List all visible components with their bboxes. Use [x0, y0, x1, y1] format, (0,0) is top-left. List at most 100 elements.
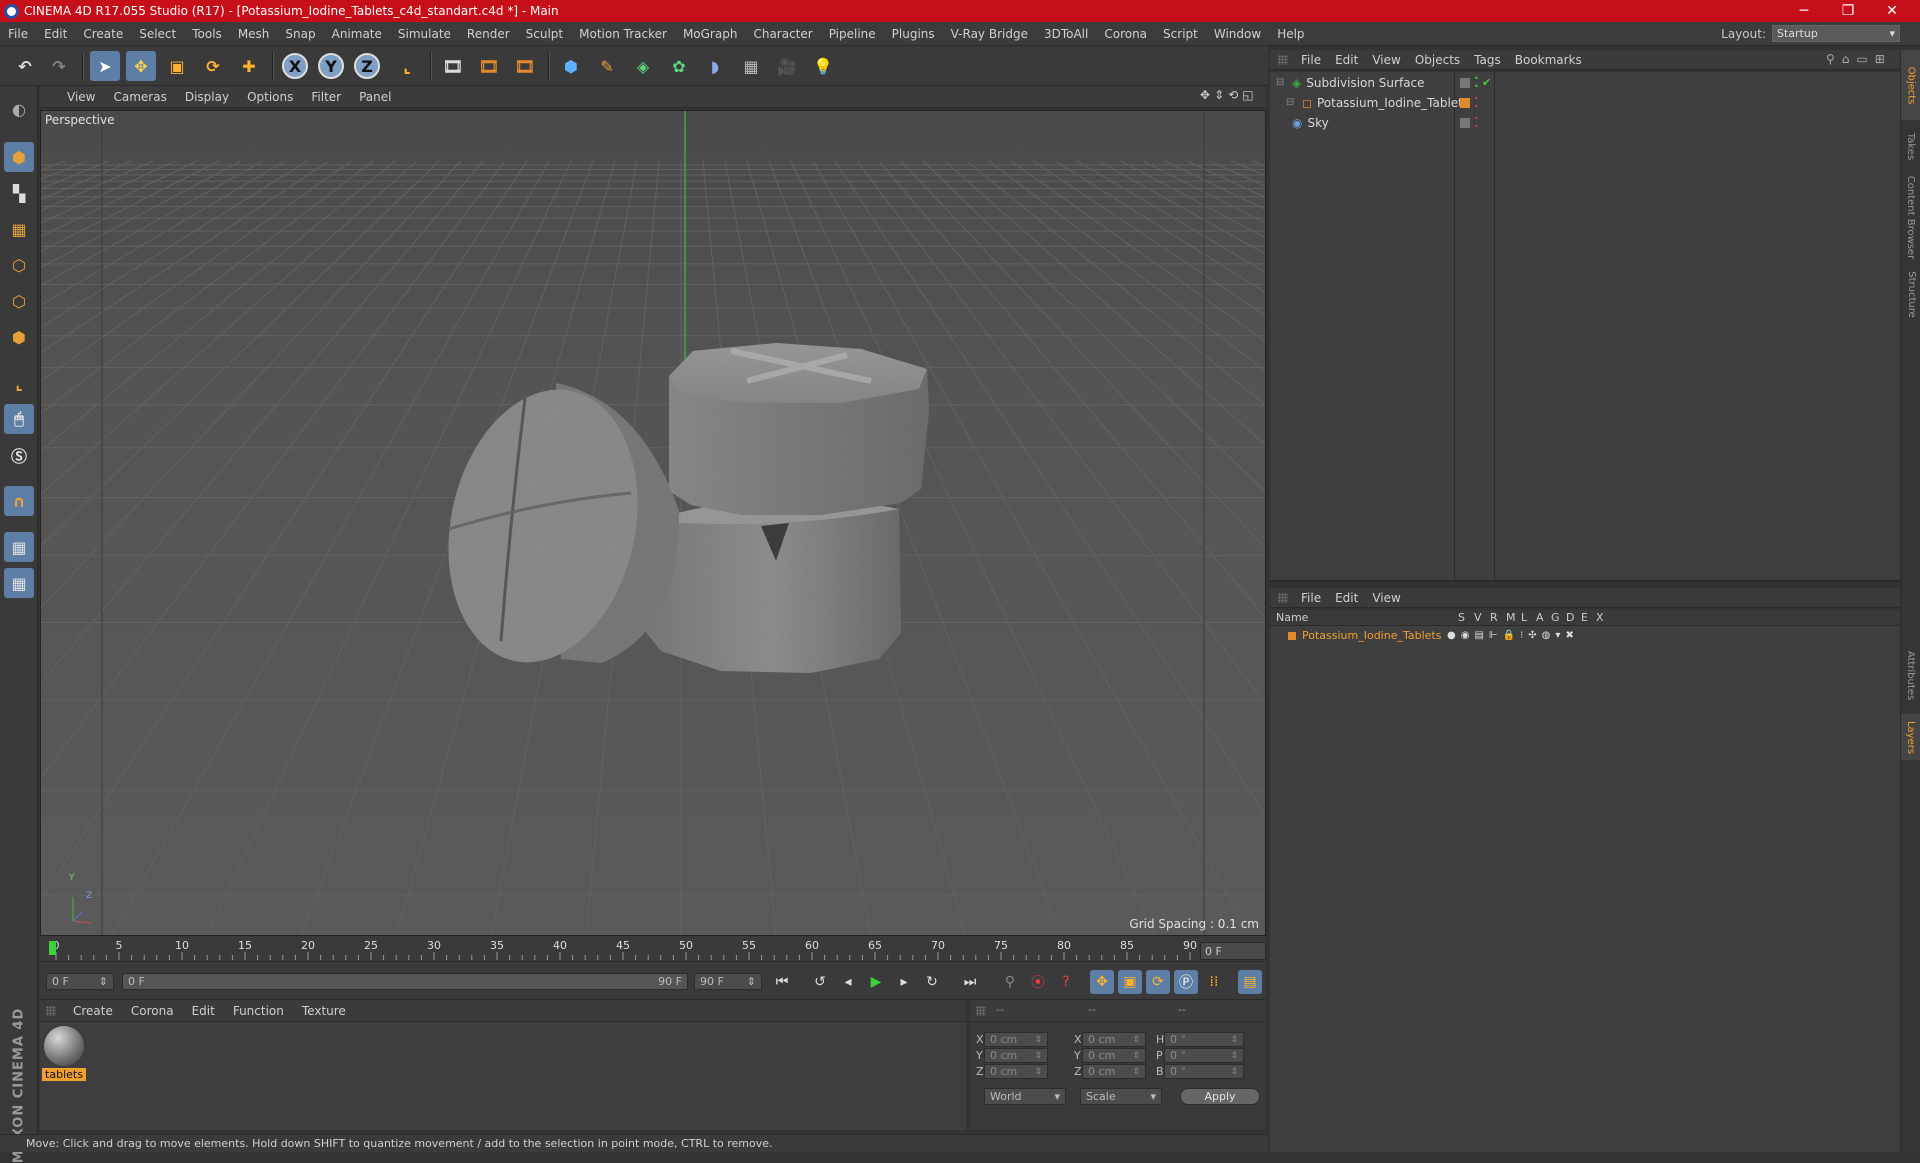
material-menu-edit[interactable]: Edit — [183, 1004, 224, 1018]
deformer-icon[interactable]: ◗ — [700, 51, 730, 81]
spline-pen-icon[interactable]: ✎ — [592, 51, 622, 81]
layout-dropdown[interactable]: Startup ▾ — [1772, 25, 1900, 42]
solo-icon[interactable]: ● — [1447, 630, 1456, 641]
layer-col-name[interactable]: Name — [1276, 611, 1308, 624]
layer-col-r[interactable]: R — [1490, 611, 1498, 624]
menu-render[interactable]: Render — [459, 27, 518, 41]
menu-mesh[interactable]: Mesh — [230, 27, 278, 41]
layer-menu-view[interactable]: View — [1365, 591, 1407, 605]
material-menu-corona[interactable]: Corona — [122, 1004, 183, 1018]
xref-icon[interactable]: ✖ — [1565, 630, 1573, 641]
viewport-menu-view[interactable]: View — [58, 90, 104, 104]
current-frame-field[interactable]: 0 F — [1200, 942, 1266, 960]
visible-editor-icon[interactable]: ◉ — [1461, 630, 1470, 641]
layer-col-x[interactable]: X — [1596, 611, 1604, 624]
layer-col-l[interactable]: L — [1521, 611, 1527, 624]
transform-tool-icon[interactable]: ✚ — [234, 51, 264, 81]
z-axis-lock-button[interactable]: Z — [354, 53, 380, 79]
expressions-icon[interactable]: ▾ — [1555, 630, 1560, 641]
layer-tag-icon[interactable] — [1460, 117, 1470, 128]
side-tab-content-browser[interactable]: Content Browser — [1901, 172, 1920, 262]
layer-row[interactable]: Potassium_Iodine_Tablets ● ◉ ▤ ⊩ 🔒 ⁝ ✣ ◍ ▾ ✖ — [1270, 626, 1900, 645]
texture-mode-icon[interactable]: ▚ — [4, 178, 34, 208]
maximize-view-icon[interactable]: ◱ — [1242, 88, 1253, 102]
mograph-cloner-icon[interactable]: ✿ — [664, 51, 694, 81]
object-menu-file[interactable]: File — [1294, 53, 1328, 67]
menu-simulate[interactable]: Simulate — [390, 27, 459, 41]
tree-expander-icon[interactable]: ⊟ — [1276, 77, 1288, 88]
tree-expander-icon[interactable]: ⊟ — [1286, 97, 1298, 108]
autokeying-icon[interactable]: ? — [1054, 970, 1078, 994]
menu-create[interactable]: Create — [75, 27, 131, 41]
render-icon[interactable]: ▤ — [1474, 630, 1483, 641]
search-icon[interactable]: ⚲ — [1826, 52, 1835, 66]
axis-mode-icon[interactable]: ⌞ — [4, 368, 34, 398]
object-row-subdivision-surface[interactable]: ⊟ ◈ Subdivision Surface • • ✔ — [1270, 73, 1900, 92]
coord-value-field[interactable]: 0 cm ⇕ — [984, 1064, 1048, 1079]
timeline-ruler[interactable]: 0 5 10 15 20 25 30 35 40 45 50 55 60 65 70 75 80 85 90 — [40, 936, 1266, 962]
floor-icon[interactable]: ▦ — [736, 51, 766, 81]
deformers-icon[interactable]: ◍ — [1542, 630, 1551, 641]
object-row-potassium-iodine-tablets[interactable]: ⊟ ◻ Potassium_Iodine_Tablets • • — [1270, 93, 1900, 112]
side-tab-attributes[interactable]: Attributes — [1901, 638, 1920, 712]
go-to-end-icon[interactable]: ⏭ — [958, 970, 982, 994]
menu-pipeline[interactable]: Pipeline — [821, 27, 884, 41]
timeline-window-icon[interactable]: ▤ — [1238, 970, 1262, 994]
menu-select[interactable]: Select — [131, 27, 184, 41]
select-arrow-icon[interactable]: ➤ — [90, 51, 120, 81]
menu-sculpt[interactable]: Sculpt — [518, 27, 571, 41]
move-tool-icon[interactable]: ✥ — [126, 51, 156, 81]
object-menu-objects[interactable]: Objects — [1408, 53, 1467, 67]
coord-value-field[interactable]: 0 ° ⇕ — [1164, 1064, 1244, 1079]
viewport-menu-cameras[interactable]: Cameras — [104, 90, 175, 104]
model-mode-icon[interactable]: ⬢ — [4, 142, 34, 172]
rotate-tool-icon[interactable]: ⟳ — [198, 51, 228, 81]
minimize-button[interactable]: ─ — [1782, 0, 1826, 22]
menu-snap[interactable]: Snap — [277, 27, 323, 41]
animation-icon[interactable]: ⁝ — [1520, 630, 1523, 641]
layer-tag-icon[interactable] — [1460, 97, 1470, 108]
coord-value-field[interactable]: 0 ° ⇕ — [1164, 1032, 1244, 1047]
material-menu-texture[interactable]: Texture — [293, 1004, 355, 1018]
start-frame-field[interactable]: 0 F ⇕ — [46, 973, 114, 990]
end-frame-field[interactable]: 90 F ⇕ — [694, 973, 762, 990]
menu-plugins[interactable]: Plugins — [884, 27, 943, 41]
lock-icon[interactable]: 🔒 — [1503, 630, 1515, 641]
side-tab-takes[interactable]: Takes — [1901, 122, 1920, 170]
coord-value-field[interactable]: 0 cm ⇕ — [1082, 1032, 1146, 1047]
apply-button[interactable]: Apply — [1180, 1088, 1260, 1105]
layer-menu-file[interactable]: File — [1294, 591, 1328, 605]
tweak-mode-icon[interactable]: 🖱 — [4, 404, 34, 434]
planar-workplane-icon[interactable]: ▦ — [4, 568, 34, 598]
key-parameter-icon[interactable]: Ⓟ — [1174, 970, 1198, 994]
coord-value-field[interactable]: 0 ° ⇕ — [1164, 1048, 1244, 1063]
layer-tag-icon[interactable] — [1460, 77, 1470, 88]
menu-mograph[interactable]: MoGraph — [675, 27, 746, 41]
3d-viewport[interactable]: Perspective Y Z Grid Spacing : 0.1 cm — [40, 110, 1266, 936]
record-keys-icon[interactable]: ⦿ — [1026, 970, 1050, 994]
go-to-start-icon[interactable]: ⏮ — [770, 970, 794, 994]
points-mode-icon[interactable]: ⬡ — [4, 250, 34, 280]
coordinate-system-icon[interactable]: ⌞ — [392, 51, 422, 81]
playhead-marker[interactable] — [49, 941, 56, 955]
edges-mode-icon[interactable]: ⬡ — [4, 286, 34, 316]
new-view-icon[interactable]: ▭ — [1856, 52, 1867, 66]
previous-key-icon[interactable]: ↺ — [808, 970, 832, 994]
cube-primitive-icon[interactable]: ⬢ — [556, 51, 586, 81]
viewport-menu-panel[interactable]: Panel — [350, 90, 400, 104]
enabled-check-icon[interactable]: ✔ — [1482, 76, 1491, 89]
render-picture-viewer-icon[interactable]: 🎞 — [474, 51, 504, 81]
previous-frame-icon[interactable]: ◂ — [836, 970, 860, 994]
menu-edit[interactable]: Edit — [36, 27, 75, 41]
snap-icon[interactable]: Ⓢ — [4, 440, 34, 470]
preview-range-slider[interactable]: 0 F 90 F — [122, 973, 688, 990]
side-tab-structure[interactable]: Structure — [1901, 264, 1920, 324]
visibility-dots-icon[interactable]: • • — [1474, 114, 1479, 131]
menu-tools[interactable]: Tools — [184, 27, 230, 41]
layer-col-d[interactable]: D — [1566, 611, 1574, 624]
layer-menu-edit[interactable]: Edit — [1328, 591, 1365, 605]
object-menu-bookmarks[interactable]: Bookmarks — [1508, 53, 1589, 67]
coord-mode-dropdown[interactable]: World ▾ — [984, 1088, 1066, 1105]
side-tab-layers[interactable]: Layers — [1901, 714, 1920, 760]
lock-workplane-icon[interactable]: ▦ — [4, 532, 34, 562]
